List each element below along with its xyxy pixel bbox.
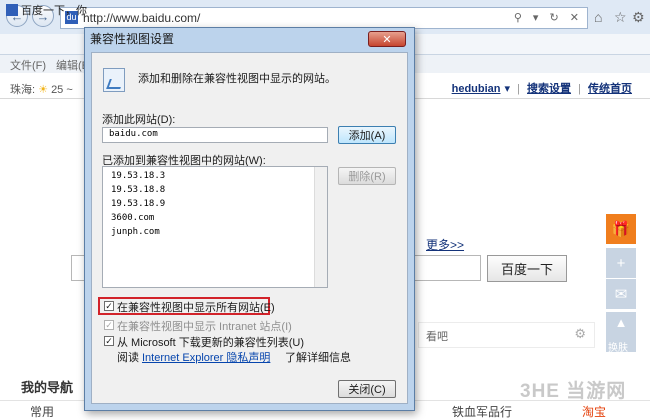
gift-button[interactable]: 🎁 bbox=[606, 214, 636, 244]
top-right-links: hedubian ▾ | 搜索设置 | 传统首页 bbox=[451, 83, 632, 95]
download-list-checkbox[interactable]: ✓ bbox=[104, 336, 114, 346]
user-menu[interactable]: hedubian bbox=[452, 83, 501, 95]
nav-site-tiexue[interactable]: 铁血军品行 bbox=[452, 403, 512, 420]
skin-label: 换肤 bbox=[608, 343, 628, 354]
read-prefix: 阅读 bbox=[117, 352, 139, 364]
baidu-favicon-icon bbox=[6, 4, 18, 16]
download-list-label: 从 Microsoft 下载更新的兼容性列表(U) bbox=[117, 337, 304, 349]
my-nav-heading: 我的导航 bbox=[21, 380, 74, 395]
gear-icon[interactable]: ⚙ bbox=[574, 326, 586, 342]
shirt-icon: ▲ bbox=[614, 315, 628, 330]
dialog-title: 兼容性视图设置 bbox=[90, 32, 175, 46]
feedback-button[interactable]: ✉ bbox=[606, 279, 636, 309]
address-url: http://www.baidu.com/ bbox=[83, 11, 201, 25]
plus-icon: + bbox=[616, 254, 626, 272]
nav-site-taobao[interactable]: 淘宝 bbox=[582, 403, 606, 420]
picture-icon bbox=[103, 68, 125, 92]
add-button[interactable]: + bbox=[606, 248, 636, 278]
gear-icon[interactable]: ⚙ bbox=[632, 9, 645, 26]
sun-icon: ☀ bbox=[38, 84, 48, 96]
weather-temp: 25 ~ bbox=[51, 84, 73, 96]
star-icon[interactable]: ☆ bbox=[614, 9, 627, 26]
address-bar[interactable]: du http://www.baidu.com/ ⚲ ▾ ↻ ✕ bbox=[60, 7, 588, 29]
intranet-label: 在兼容性视图中显示 Intranet 站点(I) bbox=[117, 321, 292, 333]
search-settings-link[interactable]: 搜索设置 bbox=[527, 83, 571, 95]
list-scrollbar[interactable] bbox=[314, 167, 327, 287]
add-site-input[interactable]: baidu.com bbox=[102, 127, 328, 143]
menu-file[interactable]: 文件(F) bbox=[10, 57, 46, 73]
search-button[interactable]: 百度一下 bbox=[487, 255, 567, 282]
tab-label: 百度一下，你 bbox=[21, 5, 87, 17]
list-item[interactable]: 19.53.18.9 bbox=[111, 199, 165, 209]
watermark-logo: 3HE 当游网 bbox=[520, 381, 627, 402]
home-icon[interactable]: ⌂ bbox=[594, 9, 602, 25]
more-link[interactable]: 更多>> bbox=[426, 236, 464, 253]
close-icon: ✕ bbox=[382, 33, 392, 46]
news-settings-row: 看吧 ⚙ bbox=[418, 322, 595, 348]
list-item[interactable]: 19.53.18.8 bbox=[111, 185, 165, 195]
weather-widget[interactable]: 珠海: ☀ 25 ~ bbox=[10, 81, 73, 97]
chat-icon: ✉ bbox=[614, 286, 628, 303]
privacy-statement-link[interactable]: Internet Explorer 隐私声明 bbox=[142, 349, 270, 365]
list-item[interactable]: 19.53.18.3 bbox=[111, 171, 165, 181]
show-all-sites-label: 在兼容性视图中显示所有网站(E) bbox=[117, 302, 275, 314]
add-button[interactable]: 添加(A) bbox=[338, 126, 396, 144]
show-all-sites-checkbox[interactable]: ✓ bbox=[104, 301, 114, 311]
faded-text: 看吧 bbox=[426, 331, 448, 343]
close-button[interactable]: 关闭(C) bbox=[338, 380, 396, 398]
nav-common[interactable]: 常用 bbox=[30, 403, 54, 420]
gift-icon: 🎁 bbox=[611, 221, 631, 238]
remove-button[interactable]: 删除(R) bbox=[338, 167, 396, 185]
list-item[interactable]: junph.com bbox=[111, 227, 160, 237]
read-suffix: 了解详细信息 bbox=[285, 352, 351, 364]
address-tools-icon[interactable]: ⚲ ▾ ↻ ✕ bbox=[514, 11, 583, 24]
add-site-label: 添加此网站(D): bbox=[102, 114, 176, 126]
classic-home-link[interactable]: 传统首页 bbox=[588, 83, 632, 95]
sites-list[interactable]: 19.53.18.3 19.53.18.8 19.53.18.9 3600.co… bbox=[102, 166, 328, 288]
dialog-close-button[interactable]: ✕ bbox=[368, 31, 406, 47]
weather-city: 珠海: bbox=[10, 84, 36, 96]
intranet-checkbox[interactable]: ✓ bbox=[104, 320, 114, 330]
dialog-description: 添加和删除在兼容性视图中显示的网站。 bbox=[138, 73, 336, 85]
tab-baidu[interactable]: 百度一下，你 bbox=[6, 1, 87, 19]
chevron-down-icon[interactable]: ▾ bbox=[505, 83, 511, 95]
list-item[interactable]: 3600.com bbox=[111, 213, 154, 223]
